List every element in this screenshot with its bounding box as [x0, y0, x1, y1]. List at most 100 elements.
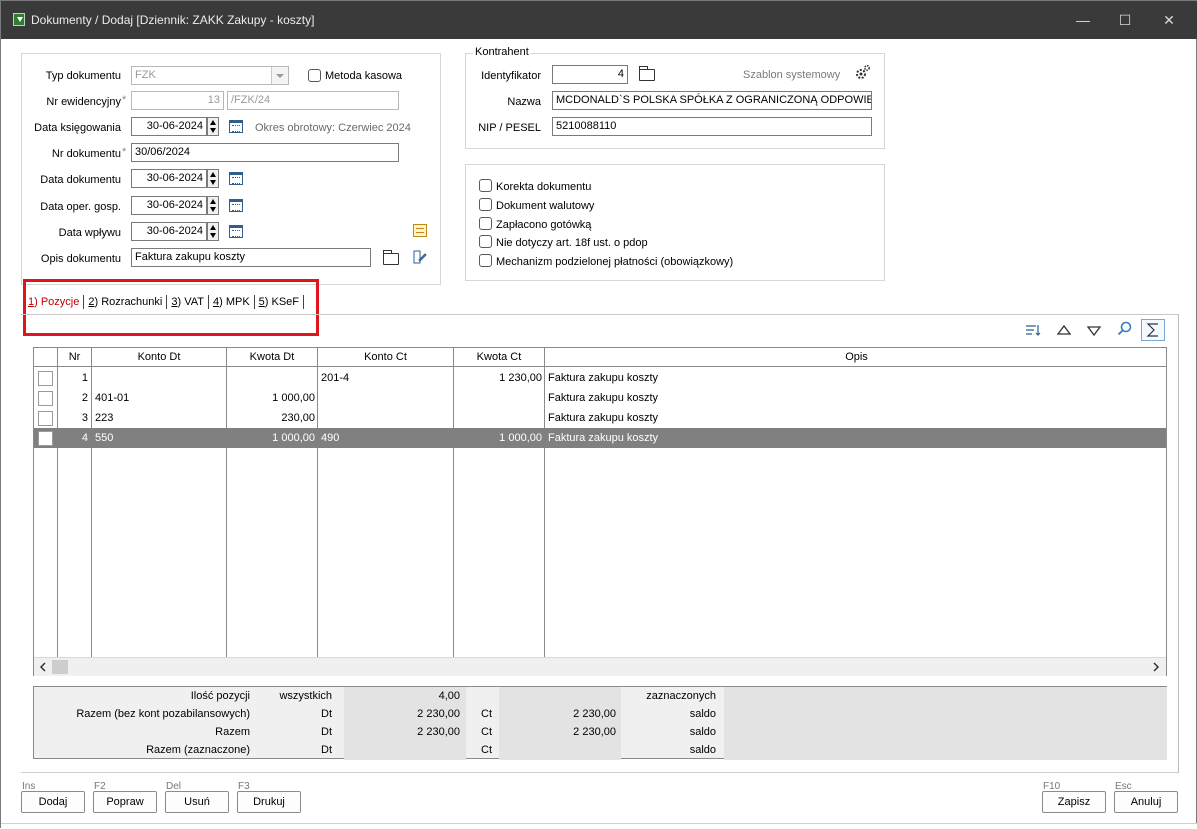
dt-label: Dt — [321, 744, 332, 756]
popraw-button[interactable]: Popraw — [93, 791, 157, 813]
cell-konto-ct — [321, 388, 449, 408]
row-checkbox[interactable] — [38, 411, 53, 426]
identyfikator-input[interactable]: 4 — [552, 65, 628, 84]
col-konto-dt[interactable]: Konto Dt — [92, 348, 227, 367]
nr-dokumentu-input[interactable]: 30/06/2024 — [131, 143, 399, 162]
calendar-icon[interactable] — [229, 199, 243, 212]
data-wplywu-input[interactable]: 30-06-2024 — [131, 222, 207, 241]
tab-divider — [21, 314, 1179, 315]
footer-divider — [21, 772, 1178, 773]
ct-label: Ct — [481, 708, 492, 720]
razem-ct: 2 230,00 — [573, 726, 616, 738]
maximize-button[interactable]: ☐ — [1105, 9, 1145, 31]
split-payment-label: Mechanizm podzielonej płatności (obowiąz… — [496, 256, 734, 268]
document-add-window: Dokumenty / Dodaj [Dziennik: ZAKK Zakupy… — [0, 0, 1197, 829]
search-icon[interactable] — [1117, 321, 1133, 337]
usun-button[interactable]: Usuń — [165, 791, 229, 813]
close-button[interactable]: ✕ — [1149, 9, 1189, 31]
col-nr[interactable]: Nr — [58, 348, 92, 367]
typ-dokumentu-select[interactable]: FZK — [131, 66, 289, 85]
kontrahent-title: Kontrahent — [473, 46, 531, 58]
art18f-checkbox[interactable] — [479, 235, 492, 248]
razem-zaznaczone-label: Razem (zaznaczone) — [146, 744, 250, 756]
edit-icon[interactable] — [411, 249, 427, 265]
summary-row-razem: Razem Dt 2 230,00 Ct 2 230,00 saldo — [34, 723, 1166, 741]
calendar-icon[interactable] — [229, 120, 243, 133]
korekta-checkbox[interactable] — [479, 179, 492, 192]
nip-input[interactable]: 5210088110 — [552, 117, 872, 136]
row-checkbox[interactable] — [38, 391, 53, 406]
data-ksiegowania-input[interactable]: 30-06-2024 — [131, 117, 207, 136]
cell-kwota-dt — [227, 368, 315, 388]
razem-bez-ct: 2 230,00 — [573, 708, 616, 720]
data-ksiegowania-spinner[interactable] — [207, 117, 219, 136]
cell-opis: Faktura zakupu koszty — [548, 392, 659, 404]
data-oper-spinner[interactable] — [207, 196, 219, 215]
cell-kwota-dt: 230,00 — [281, 412, 315, 424]
move-down-icon[interactable] — [1086, 325, 1102, 337]
scroll-right-icon[interactable] — [1152, 662, 1160, 672]
data-dokumentu-spinner[interactable] — [207, 169, 219, 188]
drukuj-button[interactable]: Drukuj — [237, 791, 301, 813]
col-opis[interactable]: Opis — [545, 348, 1168, 367]
scroll-left-icon[interactable] — [39, 662, 47, 672]
row-checkbox[interactable] — [38, 431, 53, 446]
split-payment-checkbox[interactable] — [479, 254, 492, 267]
gotowka-checkbox[interactable] — [479, 217, 492, 230]
notes-icon[interactable] — [413, 224, 427, 237]
cell-kwota-ct — [454, 388, 542, 408]
calendar-icon[interactable] — [229, 172, 243, 185]
razem-label: Razem — [215, 726, 250, 738]
panel-edge — [1178, 314, 1179, 773]
table-row[interactable]: 2 401-01 1 000,00 Faktura zakupu koszty — [34, 388, 1166, 408]
data-dokumentu-input[interactable]: 30-06-2024 — [131, 169, 207, 188]
table-row[interactable]: 1 201-4 1 230,00 Faktura zakupu koszty — [34, 368, 1166, 388]
cell-kwota-ct: 1 000,00 — [499, 432, 542, 444]
scrollbar-thumb[interactable] — [52, 660, 68, 674]
anuluj-button[interactable]: Anuluj — [1114, 791, 1178, 813]
sort-icon[interactable] — [1025, 323, 1041, 337]
data-wplywu-spinner[interactable] — [207, 222, 219, 241]
gear-icon[interactable] — [853, 64, 871, 82]
cell-nr: 3 — [81, 412, 88, 424]
cell-konto-dt: 550 — [95, 432, 114, 444]
walutowy-label: Dokument walutowy — [496, 200, 595, 212]
data-ksiegowania-label: Data księgowania — [34, 122, 121, 134]
table-row[interactable]: 3 223 230,00 Faktura zakupu koszty — [34, 408, 1166, 428]
metoda-kasowa-label: Metoda kasowa — [325, 70, 403, 82]
szablon-systemowy: Szablon systemowy — [743, 69, 841, 81]
folder-icon[interactable] — [639, 66, 655, 81]
chevron-down-icon[interactable] — [271, 67, 288, 84]
title-bar: Dokumenty / Dodaj [Dziennik: ZAKK Zakupy… — [1, 1, 1197, 39]
col-kwota-ct[interactable]: Kwota Ct — [454, 348, 545, 367]
opis-label: Opis dokumentu — [40, 253, 121, 265]
col-konto-ct[interactable]: Konto Ct — [318, 348, 454, 367]
minimize-button[interactable]: — — [1063, 9, 1103, 31]
grid-header: Nr Konto Dt Kwota Dt Konto Ct Kwota Ct O… — [34, 348, 1166, 367]
gotowka-label: Zapłacono gotówką — [496, 219, 592, 231]
move-up-icon[interactable] — [1056, 324, 1072, 336]
folder-icon[interactable] — [383, 250, 399, 265]
cell-nr: 1 — [81, 372, 88, 384]
row-checkbox[interactable] — [38, 371, 53, 386]
zapisz-button[interactable]: Zapisz — [1042, 791, 1106, 813]
horizontal-scrollbar[interactable] — [34, 657, 1166, 676]
walutowy-checkbox[interactable] — [479, 198, 492, 211]
sum-icon[interactable] — [1141, 319, 1165, 341]
required-mark: * — [122, 94, 127, 106]
col-kwota-dt[interactable]: Kwota Dt — [227, 348, 318, 367]
data-dokumentu-label: Data dokumentu — [40, 174, 121, 186]
metoda-kasowa-checkbox[interactable] — [308, 69, 321, 82]
table-row-selected[interactable]: 4 550 1 000,00 490 1 000,00 Faktura zaku… — [34, 428, 1166, 448]
nazwa-input[interactable]: MCDONALD`S POLSKA SPÓŁKA Z OGRANICZONĄ O… — [552, 91, 872, 110]
data-wplywu-label: Data wpływu — [58, 227, 121, 239]
grid-header-checkbox[interactable] — [34, 348, 58, 367]
opis-input[interactable]: Faktura zakupu koszty — [131, 248, 371, 267]
cell-kwota-ct: 1 230,00 — [499, 372, 542, 384]
dt-label: Dt — [321, 726, 332, 738]
dodaj-button[interactable]: Dodaj — [21, 791, 85, 813]
data-oper-input[interactable]: 30-06-2024 — [131, 196, 207, 215]
required-mark: * — [122, 146, 127, 158]
cell-konto-ct: 201-4 — [321, 372, 350, 384]
calendar-icon[interactable] — [229, 225, 243, 238]
